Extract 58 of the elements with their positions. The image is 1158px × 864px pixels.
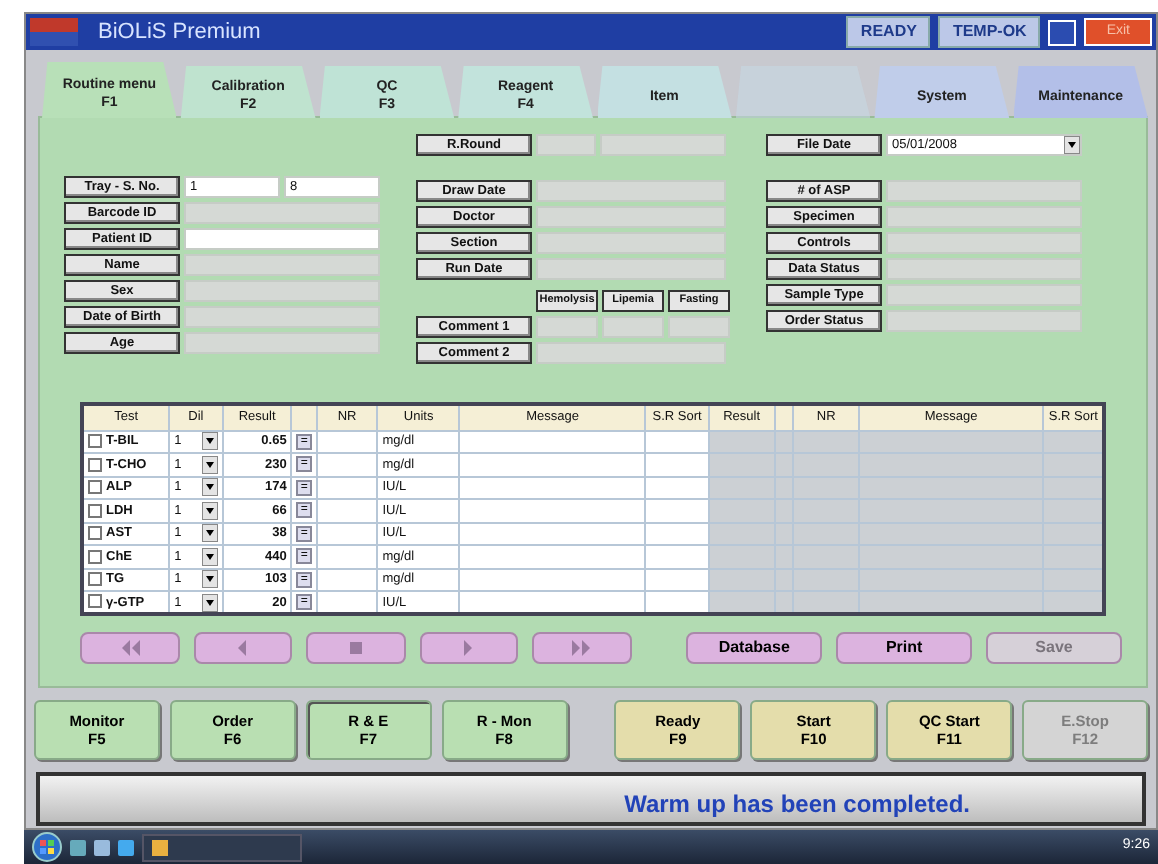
status-indicator: READY	[846, 16, 931, 48]
nav-button[interactable]	[80, 632, 180, 664]
dropdown-arrow-icon[interactable]	[201, 570, 218, 589]
input-field[interactable]	[602, 316, 664, 338]
checkbox[interactable]	[88, 503, 102, 518]
input-field[interactable]	[184, 228, 380, 250]
input-field[interactable]	[536, 206, 726, 228]
input-field[interactable]	[536, 232, 726, 254]
input-field[interactable]	[184, 202, 380, 224]
checkbox[interactable]	[88, 434, 102, 449]
action-button[interactable]: Print	[836, 632, 973, 664]
minimize-button[interactable]	[1048, 19, 1077, 45]
dropdown-arrow-icon[interactable]	[201, 432, 218, 451]
square-icon	[345, 640, 366, 656]
status-message: Warm up has been completed.	[36, 772, 1146, 826]
input-field[interactable]	[184, 306, 380, 328]
input-field[interactable]	[886, 232, 1082, 254]
input-field[interactable]	[536, 342, 726, 364]
dropdown-arrow-icon[interactable]	[201, 501, 218, 520]
checkbox[interactable]	[88, 549, 102, 564]
dropdown-arrow-icon[interactable]	[201, 547, 218, 566]
input-field[interactable]	[536, 258, 726, 280]
dropdown-arrow-icon[interactable]	[201, 455, 218, 474]
dropdown-arrow-icon[interactable]	[201, 593, 218, 611]
input-field[interactable]	[886, 310, 1082, 332]
start-button-icon[interactable]	[32, 832, 62, 862]
dropdown-arrow-icon[interactable]	[1064, 136, 1080, 154]
taskbar-button[interactable]	[142, 833, 302, 861]
input-field[interactable]	[886, 206, 1082, 228]
input-field[interactable]	[886, 258, 1082, 280]
nav-button[interactable]	[532, 632, 632, 664]
checkbox[interactable]	[88, 480, 102, 495]
fast-forward-icon	[571, 640, 592, 656]
input-field[interactable]	[600, 134, 726, 156]
nav-button[interactable]	[306, 632, 406, 664]
input-field[interactable]	[886, 284, 1082, 306]
nav-button[interactable]	[419, 632, 519, 664]
checkbox[interactable]	[88, 457, 102, 472]
logo-icon	[30, 18, 78, 46]
input-field[interactable]	[184, 332, 380, 354]
dropdown-arrow-icon[interactable]	[201, 524, 218, 543]
dropdown-arrow-icon[interactable]	[201, 478, 218, 497]
input-field[interactable]	[668, 316, 730, 338]
checkbox[interactable]	[88, 526, 102, 541]
window-icon	[152, 839, 168, 855]
checkbox[interactable]	[88, 572, 102, 587]
input-field[interactable]	[536, 134, 596, 156]
input-field[interactable]	[886, 180, 1082, 202]
action-button[interactable]: Database	[686, 632, 823, 664]
input-field[interactable]	[184, 254, 380, 276]
input-field[interactable]	[536, 180, 726, 202]
input-field[interactable]	[184, 280, 380, 302]
rewind-icon	[119, 640, 140, 656]
status-indicator: TEMP-OK	[938, 16, 1041, 48]
window-title: BiOLiS Premium	[96, 17, 263, 48]
input-field[interactable]	[536, 316, 598, 338]
checkbox[interactable]	[88, 594, 102, 609]
nav-button[interactable]	[193, 632, 293, 664]
